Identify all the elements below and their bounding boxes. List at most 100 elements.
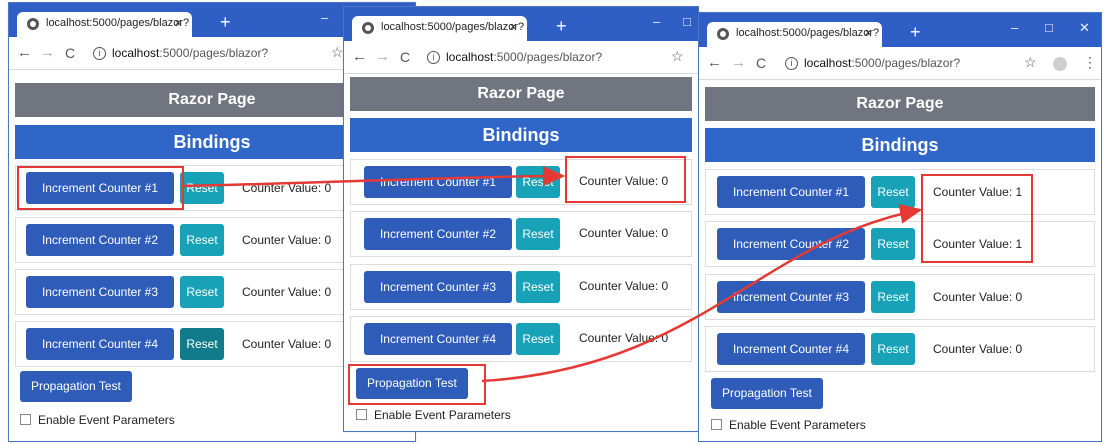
new-tab-button[interactable]: + (220, 12, 231, 33)
tab-bar: localhost:5000/pages/blazor? × + – □ (344, 7, 698, 41)
counter-value-3: Counter Value: 0 (242, 285, 332, 299)
propagation-test-button[interactable]: Propagation Test (711, 378, 823, 409)
increment-counter-2-button[interactable]: Increment Counter #2 (717, 228, 865, 260)
counter-row: Increment Counter #4 Reset Counter Value… (705, 326, 1095, 372)
browser-tab[interactable]: localhost:5000/pages/blazor? × (17, 12, 192, 37)
increment-counter-3-button[interactable]: Increment Counter #3 (717, 281, 865, 313)
counter-value-3: Counter Value: 0 (579, 279, 669, 293)
tab-bar: localhost:5000/pages/blazor? × + – □ ✕ (699, 13, 1101, 47)
increment-counter-3-button[interactable]: Increment Counter #3 (26, 276, 174, 308)
increment-counter-1-button[interactable]: Increment Counter #1 (717, 176, 865, 208)
increment-counter-2-button[interactable]: Increment Counter #2 (26, 224, 174, 256)
reset-counter-1-button[interactable]: Reset (180, 172, 224, 204)
checkbox-icon[interactable] (356, 409, 367, 420)
counter-row: Increment Counter #3 Reset Counter Value… (350, 264, 692, 310)
increment-counter-4-button[interactable]: Increment Counter #4 (717, 333, 865, 365)
close-tab-icon[interactable]: × (864, 25, 872, 40)
counter-value-4: Counter Value: 0 (579, 331, 669, 345)
close-tab-icon[interactable]: × (174, 15, 182, 30)
back-icon[interactable]: ← (17, 44, 32, 61)
counter-value-2: Counter Value: 0 (242, 233, 332, 247)
reload-icon[interactable]: C (400, 49, 410, 65)
browser-window-right: localhost:5000/pages/blazor? × + – □ ✕ ←… (698, 12, 1102, 442)
url-input[interactable]: i localhost:5000/pages/blazor? (785, 56, 960, 70)
reload-icon[interactable]: C (65, 45, 75, 61)
close-window-icon[interactable]: ✕ (1079, 20, 1090, 36)
reset-counter-2-button[interactable]: Reset (180, 224, 224, 256)
reset-counter-4-button[interactable]: Reset (871, 333, 915, 365)
reset-counter-3-button[interactable]: Reset (516, 271, 560, 303)
reset-counter-2-button[interactable]: Reset (516, 218, 560, 250)
checkbox-icon[interactable] (20, 414, 31, 425)
increment-counter-4-button[interactable]: Increment Counter #4 (364, 323, 512, 355)
reset-counter-2-button[interactable]: Reset (871, 228, 915, 260)
propagation-test-button[interactable]: Propagation Test (20, 371, 132, 402)
bookmark-star-icon[interactable]: ☆ (1024, 54, 1037, 71)
enable-event-parameters-checkbox[interactable]: Enable Event Parameters (711, 418, 866, 432)
bindings-header: Bindings (705, 128, 1095, 162)
maximize-icon[interactable]: □ (683, 14, 691, 29)
maximize-icon[interactable]: □ (1045, 20, 1053, 35)
enable-event-parameters-checkbox[interactable]: Enable Event Parameters (20, 413, 175, 427)
browser-tab[interactable]: localhost:5000/pages/blazor? × (707, 22, 882, 47)
globe-icon (27, 18, 39, 30)
minimize-icon[interactable]: – (653, 14, 660, 29)
reset-counter-4-button[interactable]: Reset (180, 328, 224, 360)
address-bar: ← → C i localhost:5000/pages/blazor? ☆ ⋮ (699, 47, 1101, 80)
increment-counter-4-button[interactable]: Increment Counter #4 (26, 328, 174, 360)
highlight-box-right-values (921, 174, 1033, 263)
highlight-box-increment-1 (17, 166, 184, 210)
globe-icon (362, 22, 374, 34)
forward-icon[interactable]: → (40, 44, 55, 61)
razor-page-header: Razor Page (350, 77, 692, 111)
enable-event-parameters-checkbox[interactable]: Enable Event Parameters (356, 408, 511, 422)
increment-counter-3-button[interactable]: Increment Counter #3 (364, 271, 512, 303)
reset-counter-4-button[interactable]: Reset (516, 323, 560, 355)
counter-value-4: Counter Value: 0 (933, 342, 1023, 356)
counter-value-2: Counter Value: 0 (579, 226, 669, 240)
tab-title: localhost:5000/pages/blazor? (736, 27, 880, 39)
counter-row: Increment Counter #3 Reset Counter Value… (705, 274, 1095, 320)
tab-title: localhost:5000/pages/blazor? (46, 17, 190, 29)
highlight-box-middle-value (565, 156, 686, 203)
back-icon[interactable]: ← (352, 48, 367, 65)
info-icon: i (93, 47, 106, 60)
minimize-icon[interactable]: – (1011, 20, 1018, 35)
new-tab-button[interactable]: + (910, 22, 921, 43)
counter-value-4: Counter Value: 0 (242, 337, 332, 351)
profile-avatar[interactable] (1053, 57, 1067, 71)
counter-row: Increment Counter #2 Reset Counter Value… (705, 221, 1095, 267)
bookmark-star-icon[interactable]: ☆ (671, 48, 684, 65)
reset-counter-3-button[interactable]: Reset (871, 281, 915, 313)
counter-row: Increment Counter #2 Reset Counter Value… (350, 211, 692, 257)
menu-icon[interactable]: ⋮ (1083, 54, 1097, 71)
reset-counter-1-button[interactable]: Reset (871, 176, 915, 208)
url-input[interactable]: i localhost:5000/pages/blazor? (427, 50, 602, 64)
razor-page-header: Razor Page (705, 87, 1095, 121)
minimize-icon[interactable]: – (321, 10, 328, 25)
forward-icon[interactable]: → (731, 54, 746, 71)
forward-icon[interactable]: → (375, 48, 390, 65)
globe-icon (717, 28, 729, 40)
increment-counter-2-button[interactable]: Increment Counter #2 (364, 218, 512, 250)
counter-row: Increment Counter #1 Reset Counter Value… (705, 169, 1095, 215)
bookmark-star-icon[interactable]: ☆ (331, 44, 344, 61)
tab-title: localhost:5000/pages/blazor? (381, 21, 525, 33)
browser-tab[interactable]: localhost:5000/pages/blazor? × (352, 16, 527, 41)
checkbox-icon[interactable] (711, 419, 722, 430)
address-bar: ← → C i localhost:5000/pages/blazor? ☆ (344, 41, 698, 74)
counter-value-3: Counter Value: 0 (933, 290, 1023, 304)
reset-counter-1-button[interactable]: Reset (516, 166, 560, 198)
back-icon[interactable]: ← (707, 54, 722, 71)
counter-value-1: Counter Value: 0 (242, 181, 332, 195)
close-tab-icon[interactable]: × (509, 19, 517, 34)
new-tab-button[interactable]: + (556, 16, 567, 37)
info-icon: i (785, 57, 798, 70)
info-icon: i (427, 51, 440, 64)
bindings-header: Bindings (350, 118, 692, 152)
counter-row: Increment Counter #4 Reset Counter Value… (350, 316, 692, 362)
increment-counter-1-button[interactable]: Increment Counter #1 (364, 166, 512, 198)
url-input[interactable]: i localhost:5000/pages/blazor? (93, 46, 268, 60)
reload-icon[interactable]: C (756, 55, 766, 71)
reset-counter-3-button[interactable]: Reset (180, 276, 224, 308)
